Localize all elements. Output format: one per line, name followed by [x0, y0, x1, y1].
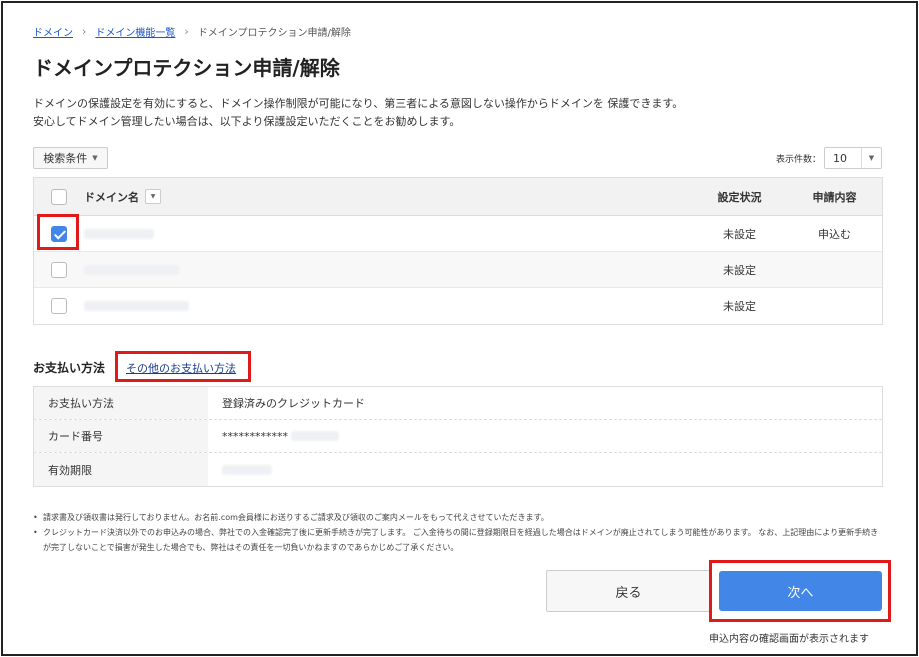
- row-status: 未設定: [723, 227, 756, 241]
- page-title: ドメインプロテクション申請/解除: [33, 56, 340, 80]
- caret-down-icon: ▼: [92, 154, 98, 162]
- highlight-box-next-button: [709, 560, 891, 622]
- payment-label: カード番号: [34, 420, 208, 452]
- payment-row: 有効期限: [34, 453, 882, 486]
- row-status: 未設定: [723, 300, 756, 313]
- payment-row: カード番号 ************: [34, 420, 882, 453]
- table-row: 未設定: [34, 288, 882, 324]
- note-item: 請求書及び領収書は発行しておりません。お名前.com会員様にお送りするご請求及び…: [33, 510, 883, 525]
- breadcrumb-link-features[interactable]: ドメイン機能一覧: [95, 24, 175, 39]
- search-conditions-button[interactable]: 検索条件 ▼: [33, 147, 108, 169]
- column-header-status: 設定状況: [717, 190, 762, 204]
- notes-list: 請求書及び領収書は発行しておりません。お名前.com会員様にお送りするご請求及び…: [33, 510, 883, 555]
- table-row: 未設定: [34, 252, 882, 288]
- row-status: 未設定: [723, 263, 756, 277]
- breadcrumb-link-domain[interactable]: ドメイン: [33, 24, 73, 39]
- row-checkbox[interactable]: [51, 298, 67, 314]
- breadcrumb-current: ドメインプロテクション申請/解除: [197, 28, 351, 39]
- row-checkbox[interactable]: [51, 261, 67, 278]
- payment-row: お支払い方法 登録済みのクレジットカード: [34, 387, 882, 420]
- payment-label: お支払い方法: [34, 387, 208, 419]
- payment-label: 有効期限: [34, 453, 208, 486]
- back-button[interactable]: 戻る: [546, 570, 711, 612]
- card-number-masked: ************: [222, 429, 288, 443]
- per-page-value: 10: [833, 151, 847, 165]
- search-conditions-label: 検索条件: [43, 152, 88, 165]
- redacted-card-digits: [291, 431, 339, 441]
- per-page-label: 表示件数：: [775, 154, 821, 165]
- highlight-box-checkbox: [37, 214, 79, 250]
- table-header: ドメイン名 ▼ 設定状況 申請内容: [34, 178, 882, 216]
- chevron-right-icon: ›: [82, 25, 87, 38]
- payment-value: 登録済みのクレジットカード: [222, 397, 365, 410]
- page-description: ドメインの保護設定を有効にすると、ドメイン操作制限が可能になり、第三者による意図…: [33, 95, 683, 131]
- payment-section-title: お支払い方法: [33, 361, 106, 375]
- description-line-1: ドメインの保護設定を有効にすると、ドメイン操作制限が可能になり、第三者による意図…: [33, 97, 684, 110]
- per-page-select[interactable]: 10 ▼: [824, 147, 882, 169]
- breadcrumb: ドメイン › ドメイン機能一覧 › ドメインプロテクション申請/解除: [33, 24, 351, 39]
- redacted-expiry: [222, 464, 272, 475]
- chevron-right-icon: ›: [184, 25, 189, 38]
- redacted-domain-name: [84, 264, 179, 275]
- row-application: 申込む: [818, 227, 851, 241]
- sort-dropdown-icon[interactable]: ▼: [145, 189, 161, 204]
- column-header-application: 申請内容: [812, 190, 857, 204]
- select-all-checkbox[interactable]: [51, 188, 67, 205]
- next-button-hint: 申込内容の確認画面が表示されます: [709, 634, 869, 645]
- highlight-box-payment-link: [115, 351, 251, 382]
- note-item: クレジットカード決済以外でのお申込みの場合、弊社での入金確認完了後に更新手続きが…: [33, 525, 883, 555]
- redacted-domain-name: [84, 301, 189, 311]
- payment-table: お支払い方法 登録済みのクレジットカード カード番号 ************ …: [33, 386, 883, 487]
- domain-table: ドメイン名 ▼ 設定状況 申請内容 未設定 申込む 未設定 未設定: [33, 177, 883, 325]
- redacted-domain-name: [84, 228, 154, 239]
- caret-down-icon: ▼: [861, 148, 881, 168]
- column-header-domain-name: ドメイン名: [84, 190, 139, 204]
- description-line-2: 安心してドメイン管理したい場合は、以下より保護設定いただくことをお勧めします。: [33, 115, 461, 128]
- table-row: 未設定 申込む: [34, 216, 882, 252]
- per-page-control: 表示件数： 10 ▼: [776, 147, 882, 169]
